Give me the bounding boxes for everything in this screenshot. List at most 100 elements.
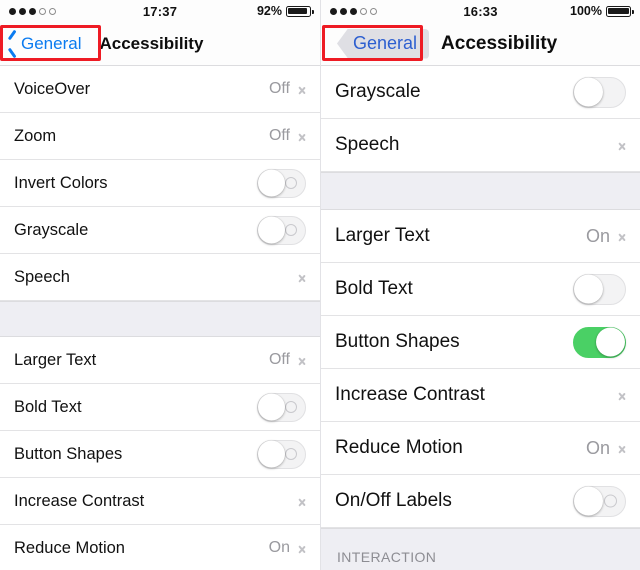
list-item[interactable]: Speech: [0, 254, 320, 301]
navigation-bar: General Accessibility: [321, 22, 640, 66]
section-separator: [321, 172, 640, 210]
list-item-label: Increase Contrast: [335, 384, 485, 405]
phone-screen-left: 17:37 92% General Accessibility VoiceOver Off…: [0, 0, 320, 570]
status-bar: 17:37 92%: [0, 0, 320, 22]
list-item[interactable]: Zoom Off: [0, 113, 320, 160]
list-item[interactable]: Larger Text Off: [0, 337, 320, 384]
toggle-knob: [258, 169, 285, 197]
list-item-value: Off: [268, 80, 290, 97]
list-item-label: Increase Contrast: [14, 491, 145, 510]
list-item[interactable]: Reduce Motion On: [321, 422, 640, 475]
toggle-knob: [574, 486, 603, 516]
list-item-label: Bold Text: [14, 397, 82, 416]
toggle-knob: [574, 274, 603, 304]
list-item-label: Grayscale: [14, 220, 89, 239]
toggle-knob: [574, 77, 603, 107]
list-item-value: Off: [268, 351, 290, 368]
list-item[interactable]: Button Shapes: [0, 431, 320, 478]
list-item[interactable]: Reduce Motion On: [0, 525, 320, 570]
toggle-switch[interactable]: [257, 215, 306, 245]
list-item-label: Zoom: [14, 126, 57, 145]
list-item-label: Button Shapes: [14, 444, 123, 463]
list-item[interactable]: Increase Contrast: [321, 369, 640, 422]
list-item-value: On: [585, 225, 610, 246]
toggle-switch[interactable]: [573, 485, 626, 517]
chevron-right-icon: [298, 83, 306, 96]
list-item-label: Bold Text: [335, 278, 413, 299]
list-item[interactable]: Increase Contrast: [0, 478, 320, 525]
battery-indicator: 92%: [256, 4, 314, 18]
page-title: Accessibility: [441, 32, 558, 54]
off-label-circle-icon: [285, 401, 297, 413]
toggle-knob: [258, 216, 285, 244]
list-item[interactable]: Bold Text: [0, 384, 320, 431]
section-header: INTERACTION: [321, 528, 640, 570]
list-item-label: Grayscale: [335, 81, 421, 102]
toggle-switch[interactable]: [257, 168, 306, 198]
battery-fill: [288, 7, 308, 15]
list-item-label: Speech: [335, 134, 400, 155]
list-item[interactable]: Larger Text On: [321, 210, 640, 263]
settings-list: VoiceOver Off Zoom Off Invert Colors Grayscal…: [0, 66, 320, 570]
chevron-right-icon: [298, 495, 306, 508]
battery-icon: [286, 5, 314, 17]
list-item[interactable]: Bold Text: [321, 263, 640, 316]
status-bar: 16:33 100%: [321, 0, 640, 22]
toggle-switch[interactable]: [573, 76, 626, 108]
navigation-bar: General Accessibility: [0, 22, 320, 66]
back-button[interactable]: General: [337, 28, 430, 59]
chevron-right-icon: [298, 354, 306, 367]
back-button-label: General: [353, 33, 418, 53]
list-item[interactable]: Grayscale: [321, 66, 640, 119]
battery-indicator: 100%: [570, 4, 634, 18]
toggle-switch[interactable]: [573, 326, 626, 358]
chevron-right-icon: [298, 130, 306, 143]
battery-percent-label: 92%: [256, 4, 282, 18]
off-label-circle-icon: [285, 448, 297, 460]
chevron-left-icon: [8, 34, 19, 53]
list-item[interactable]: VoiceOver Off: [0, 66, 320, 113]
list-item[interactable]: On/Off Labels: [321, 475, 640, 528]
comparison-screenshot: 17:37 92% General Accessibility VoiceOver Off…: [0, 0, 640, 570]
list-item-label: Reduce Motion: [335, 437, 463, 458]
back-button[interactable]: General: [6, 32, 87, 56]
battery-fill: [608, 7, 629, 15]
list-item-value: Off: [268, 127, 290, 144]
section-separator: [0, 301, 320, 337]
off-label-circle-icon: [285, 224, 297, 236]
list-item-label: Larger Text: [335, 225, 430, 246]
phone-screen-right: 16:33 100% General Accessibility Grayscale Sp…: [320, 0, 640, 570]
toggle-switch[interactable]: [257, 392, 306, 422]
toggle-knob: [258, 440, 285, 468]
list-item-label: Reduce Motion: [14, 538, 125, 557]
chevron-right-icon: [618, 139, 626, 152]
battery-percent-label: 100%: [570, 4, 602, 18]
list-item-value: On: [268, 539, 290, 556]
list-item-label: Larger Text: [14, 350, 97, 369]
toggle-knob: [258, 393, 285, 421]
list-item[interactable]: Speech: [321, 119, 640, 172]
list-item-label: Button Shapes: [335, 331, 460, 352]
chevron-right-icon: [618, 230, 626, 243]
chevron-right-icon: [298, 542, 306, 555]
settings-list: Grayscale Speech Larger Text On Bold Text But…: [321, 66, 640, 570]
list-item-label: On/Off Labels: [335, 490, 452, 511]
chevron-right-icon: [618, 442, 626, 455]
toggle-knob: [596, 327, 625, 357]
list-item[interactable]: Grayscale: [0, 207, 320, 254]
off-label-circle-icon: [285, 177, 297, 189]
back-button-label: General: [21, 33, 82, 53]
toggle-switch[interactable]: [573, 273, 626, 305]
chevron-right-icon: [298, 271, 306, 284]
page-title: Accessibility: [99, 33, 204, 53]
battery-icon: [606, 5, 634, 17]
list-item-label: Speech: [14, 267, 70, 286]
list-item[interactable]: Invert Colors: [0, 160, 320, 207]
chevron-right-icon: [618, 389, 626, 402]
list-item-value: On: [585, 437, 610, 458]
toggle-switch[interactable]: [257, 439, 306, 469]
list-item-label: Invert Colors: [14, 173, 108, 192]
list-item[interactable]: Button Shapes: [321, 316, 640, 369]
list-item-label: VoiceOver: [14, 79, 91, 98]
off-label-circle-icon: [604, 494, 617, 508]
